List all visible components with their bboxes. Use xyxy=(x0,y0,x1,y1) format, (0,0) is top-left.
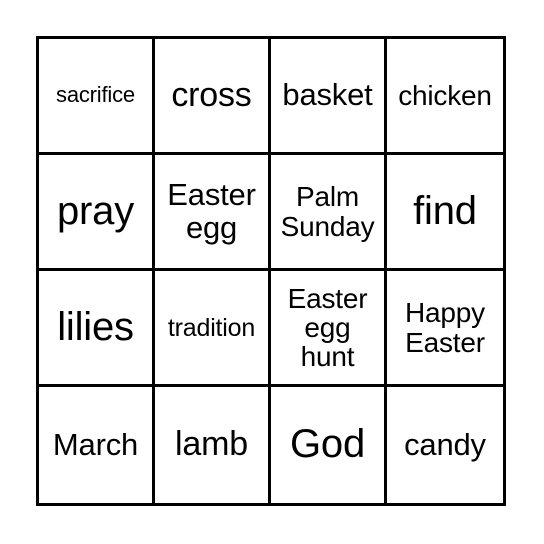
bingo-cell[interactable]: God xyxy=(271,387,387,503)
bingo-cell-label: March xyxy=(52,426,139,462)
bingo-cell[interactable]: pray xyxy=(39,155,155,271)
bingo-cell-label: chicken xyxy=(398,79,492,111)
bingo-cell-label: Happy Easter xyxy=(405,297,485,358)
bingo-cell[interactable]: sacrifice xyxy=(39,39,155,155)
bingo-cell-label: Easter egg xyxy=(167,177,256,245)
bingo-cell-label: tradition xyxy=(167,313,256,342)
bingo-cell[interactable]: Palm Sunday xyxy=(271,155,387,271)
bingo-cell-label: lilies xyxy=(57,304,134,349)
bingo-cell-label: sacrifice xyxy=(56,82,135,108)
bingo-cell[interactable]: tradition xyxy=(155,271,271,387)
bingo-cell[interactable]: basket xyxy=(271,39,387,155)
bingo-cell-label: pray xyxy=(56,188,134,233)
bingo-cell-label: Easter egg hunt xyxy=(287,282,368,373)
bingo-cell[interactable]: March xyxy=(39,387,155,503)
bingo-cell-label: cross xyxy=(171,75,252,114)
bingo-cell-label: Palm Sunday xyxy=(280,181,375,242)
bingo-cell[interactable]: Easter egg xyxy=(155,155,271,271)
bingo-card-grid: sacrifice cross basket chicken pray East… xyxy=(36,36,506,506)
bingo-cell[interactable]: Easter egg hunt xyxy=(271,271,387,387)
bingo-cell[interactable]: find xyxy=(387,155,503,271)
bingo-cell[interactable]: lamb xyxy=(155,387,271,503)
bingo-cell-label: lamb xyxy=(175,425,248,464)
bingo-cell[interactable]: lilies xyxy=(39,271,155,387)
bingo-cell-label: find xyxy=(413,188,477,233)
bingo-cell[interactable]: candy xyxy=(387,387,503,503)
bingo-cell[interactable]: chicken xyxy=(387,39,503,155)
bingo-cell-label: candy xyxy=(404,426,486,462)
bingo-cell-label: basket xyxy=(282,77,373,113)
bingo-cell[interactable]: cross xyxy=(155,39,271,155)
bingo-cell[interactable]: Happy Easter xyxy=(387,271,503,387)
bingo-cell-label: God xyxy=(289,422,365,467)
